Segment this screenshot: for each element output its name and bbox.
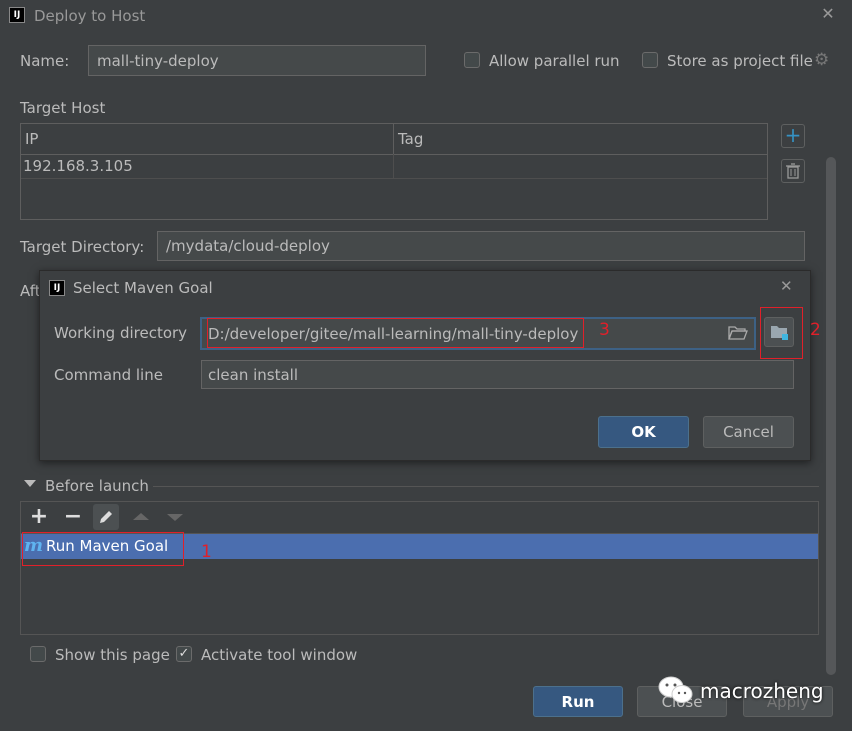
dialog-title: Select Maven Goal xyxy=(73,279,213,297)
section-separator xyxy=(153,486,819,487)
window-title: Deploy to Host xyxy=(34,7,146,25)
column-header-ip[interactable]: IP xyxy=(25,130,38,148)
name-label: Name: xyxy=(20,52,70,70)
table-cell-ip: 192.168.3.105 xyxy=(23,157,133,175)
before-launch-collapse-icon[interactable] xyxy=(24,480,36,487)
column-divider xyxy=(393,154,394,178)
cancel-button[interactable]: Cancel xyxy=(703,416,794,448)
table-row[interactable]: 192.168.3.105 xyxy=(21,154,767,179)
activate-tool-checkbox[interactable]: ✓ xyxy=(176,646,192,662)
annotation-box-3 xyxy=(207,318,584,348)
table-header: IP Tag xyxy=(21,124,767,155)
allow-parallel-label: Allow parallel run xyxy=(489,52,620,70)
remove-task-icon[interactable]: − xyxy=(63,504,83,529)
edit-task-button[interactable] xyxy=(93,504,119,530)
annotation-label-3: 3 xyxy=(599,320,610,340)
column-header-tag[interactable]: Tag xyxy=(398,130,423,148)
open-folder-icon[interactable] xyxy=(727,324,749,342)
target-directory-input[interactable]: /mydata/cloud-deploy xyxy=(157,231,805,261)
maven-goal-dialog: IJ Select Maven Goal ✕ Working directory… xyxy=(39,270,811,461)
annotation-label-1: 1 xyxy=(201,542,212,562)
annotation-box-1 xyxy=(22,532,184,566)
window-close-icon[interactable]: ✕ xyxy=(820,4,836,24)
add-task-icon[interactable]: + xyxy=(29,504,49,529)
move-up-icon[interactable] xyxy=(133,513,149,520)
watermark-text: macrozheng xyxy=(700,679,824,703)
store-project-checkbox[interactable] xyxy=(642,52,658,68)
delete-host-button[interactable] xyxy=(781,159,805,183)
wechat-logo-icon xyxy=(657,674,695,706)
ok-button[interactable]: OK xyxy=(598,416,689,448)
trash-icon xyxy=(786,163,800,179)
target-host-label: Target Host xyxy=(20,99,106,117)
target-directory-label: Target Directory: xyxy=(20,238,145,256)
add-host-button[interactable]: + xyxy=(781,124,805,148)
pencil-icon xyxy=(100,511,112,523)
name-input[interactable]: mall-tiny-deploy xyxy=(88,45,426,76)
show-page-label: Show this page xyxy=(55,646,170,664)
working-directory-label: Working directory xyxy=(54,324,188,342)
app-logo-icon: IJ xyxy=(9,7,25,23)
annotation-box-2 xyxy=(760,307,803,359)
command-line-input[interactable]: clean install xyxy=(201,360,794,389)
column-divider xyxy=(393,124,394,154)
before-launch-label: Before launch xyxy=(45,477,149,495)
command-line-label: Command line xyxy=(54,366,163,384)
activate-tool-label: Activate tool window xyxy=(201,646,358,664)
store-project-label: Store as project file xyxy=(667,52,813,70)
allow-parallel-checkbox[interactable] xyxy=(464,52,480,68)
before-launch-panel: + − m Run Maven Goal xyxy=(20,501,819,635)
main-scrollbar[interactable] xyxy=(826,157,836,675)
move-down-icon[interactable] xyxy=(167,514,183,521)
gear-icon[interactable]: ⚙ xyxy=(814,50,832,70)
run-button[interactable]: Run xyxy=(533,686,623,717)
dialog-logo-icon: IJ xyxy=(49,280,65,296)
dialog-close-icon[interactable]: ✕ xyxy=(780,277,793,295)
target-host-table: IP Tag 192.168.3.105 xyxy=(20,123,768,220)
after-launch-label-partial: Aft xyxy=(20,282,41,300)
before-launch-toolbar: + − xyxy=(21,502,818,534)
annotation-label-2: 2 xyxy=(810,320,821,340)
show-page-checkbox[interactable] xyxy=(30,646,46,662)
